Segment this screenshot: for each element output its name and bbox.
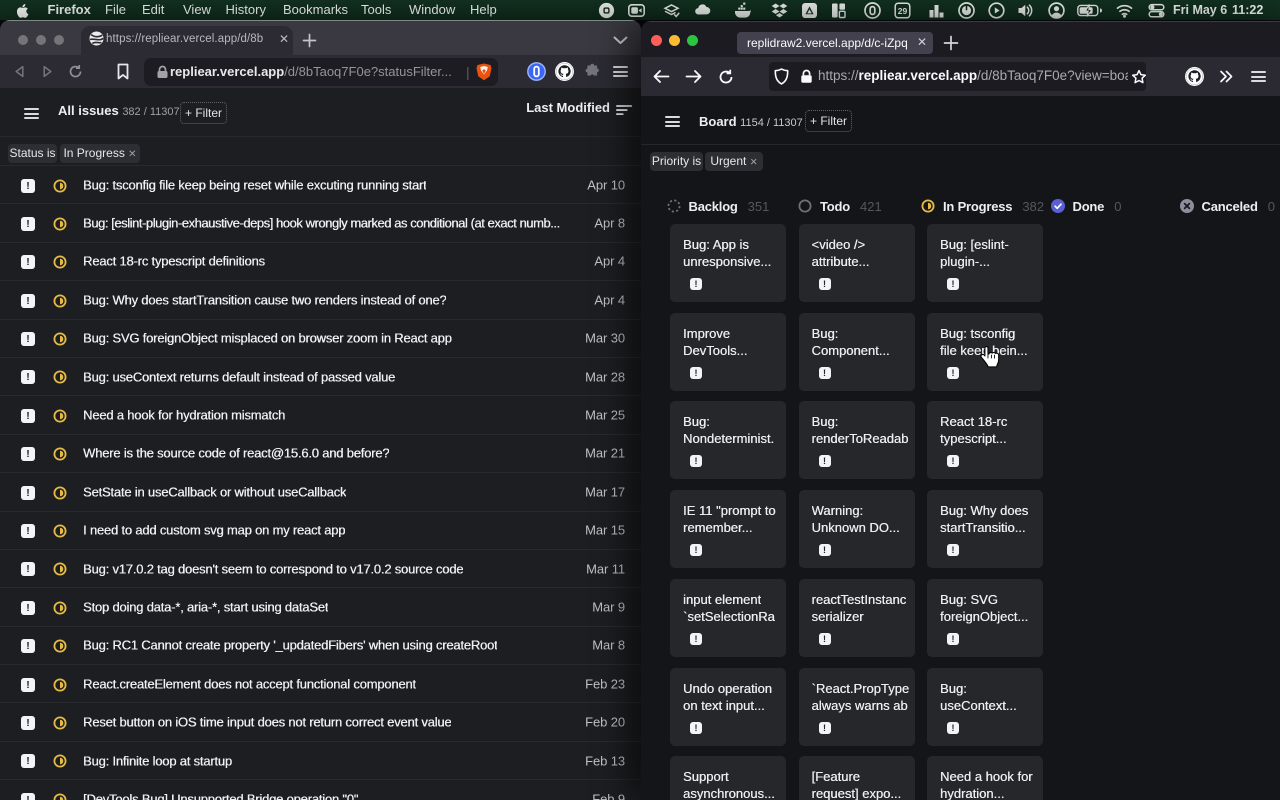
- svg-text:29: 29: [897, 6, 907, 16]
